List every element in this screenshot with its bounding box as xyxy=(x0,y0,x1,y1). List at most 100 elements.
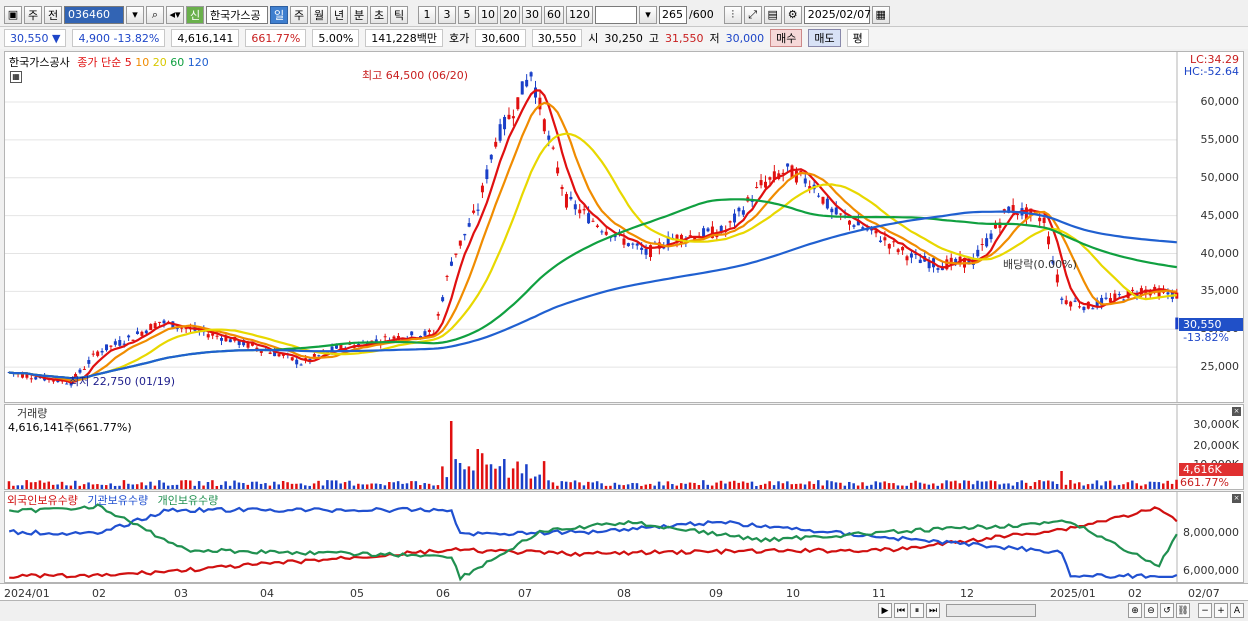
candle-body xyxy=(529,72,533,77)
candle-body xyxy=(520,81,524,95)
interval-30[interactable]: 30 xyxy=(522,5,542,24)
interval-3[interactable]: 3 xyxy=(438,5,456,24)
volume-bar xyxy=(551,482,555,489)
volume-bar xyxy=(688,482,692,489)
scroll-right-icon[interactable]: ▶ xyxy=(878,603,892,618)
interval-60[interactable]: 60 xyxy=(544,5,564,24)
interval-5[interactable]: 5 xyxy=(458,5,476,24)
link-icon[interactable]: ⛓ xyxy=(1176,603,1190,618)
volume-bar xyxy=(1170,483,1174,489)
scroll-bar[interactable]: ▶ ⏮ ⏸ ⏭ ⊕ ⊖ ↺ ⛓ − + A xyxy=(0,600,1248,621)
count-input[interactable]: 265 xyxy=(659,5,687,24)
interval-20[interactable]: 20 xyxy=(500,5,520,24)
volume-bar xyxy=(768,481,771,489)
minus-icon[interactable]: − xyxy=(1198,603,1212,618)
volume-bar xyxy=(759,484,763,489)
volume-bar xyxy=(215,485,219,489)
tab-week[interactable]: 주 xyxy=(290,5,308,24)
candle-body xyxy=(830,208,834,213)
undo-icon[interactable]: ↺ xyxy=(1160,603,1174,618)
interval-120[interactable]: 120 xyxy=(566,5,593,24)
volume-bar xyxy=(1077,482,1081,489)
volume-bar xyxy=(436,485,440,489)
dropdown-icon[interactable]: ▾ xyxy=(126,5,144,24)
tab-day[interactable]: 일 xyxy=(270,5,288,24)
candle-body xyxy=(1038,217,1042,222)
buy-button[interactable]: 매수 xyxy=(770,29,803,47)
candle-body xyxy=(299,364,303,366)
volume-bar xyxy=(662,485,665,489)
candle-body xyxy=(96,351,100,356)
volume-bar xyxy=(476,449,480,489)
volume-bar xyxy=(989,480,993,489)
scroll-first-icon[interactable]: ⏮ xyxy=(894,603,908,618)
pause-icon[interactable]: ⏸ xyxy=(910,603,924,618)
current-rate-tag: -13.82% xyxy=(1183,331,1229,344)
font-size-icon[interactable]: A xyxy=(1230,603,1244,618)
interval-10[interactable]: 10 xyxy=(478,5,498,24)
volume-bar xyxy=(640,485,643,489)
holding-panel[interactable]: 외국인보유수량 기관보유수량 개인보유수량 8,000,000 6,000,00… xyxy=(4,491,1244,583)
candle-body xyxy=(595,225,599,228)
high-annotation: 최고 64,500 (06/20) xyxy=(362,69,469,82)
volume-bar xyxy=(954,480,957,489)
draw-tool-icon[interactable]: ⤢ xyxy=(743,5,762,24)
candle-body xyxy=(896,249,900,253)
sell-button[interactable]: 매도 xyxy=(808,29,841,47)
interval-1[interactable]: 1 xyxy=(418,5,436,24)
candle-body xyxy=(441,297,445,302)
volume-bar xyxy=(892,483,895,489)
interval-custom-input[interactable] xyxy=(595,5,637,24)
plus-icon[interactable]: + xyxy=(1214,603,1228,618)
volume-bar xyxy=(1091,483,1094,489)
dropdown-icon[interactable]: ▾ xyxy=(639,5,657,24)
prev-button[interactable]: 전 xyxy=(44,5,62,24)
close-icon[interactable]: × xyxy=(1232,407,1241,416)
candle-body xyxy=(410,331,414,336)
candle-body xyxy=(918,259,922,264)
low-annotation: 최저 22,750 (01/19) xyxy=(69,375,176,388)
tab-minute[interactable]: 분 xyxy=(350,5,368,24)
stock-code-input[interactable]: 036460 xyxy=(64,5,124,24)
settings-icon[interactable]: ⚙ xyxy=(783,5,802,24)
hc-label: HC:-52.64 xyxy=(1183,65,1239,78)
period-select[interactable]: 주 xyxy=(24,5,42,24)
tab-year[interactable]: 년 xyxy=(330,5,348,24)
volume-bar xyxy=(480,453,484,489)
chart-type-icon[interactable]: ⫶ xyxy=(723,5,742,24)
candle-body xyxy=(786,163,790,167)
volume-bar xyxy=(825,480,829,489)
table-icon[interactable]: ▦ xyxy=(10,71,22,83)
price-panel[interactable]: 한국가스공사 종가 단순 5 10 20 60 120 ▦ LC:34.29 H… xyxy=(4,51,1244,403)
zoom-out-icon[interactable]: ⊖ xyxy=(1144,603,1158,618)
tab-tick[interactable]: 틱 xyxy=(390,5,408,24)
volume-bar xyxy=(361,484,365,489)
eval-button[interactable]: 평 xyxy=(846,29,869,47)
candle-body xyxy=(29,378,33,380)
close-icon[interactable]: × xyxy=(1232,494,1241,503)
calendar-icon[interactable]: ▦ xyxy=(871,5,890,24)
zoom-in-icon[interactable]: ⊕ xyxy=(1128,603,1142,618)
save-icon[interactable]: ▤ xyxy=(763,5,782,24)
speaker-icon[interactable]: ◂▾ xyxy=(166,5,184,24)
volume-panel[interactable]: 거래량 4,616,141주(661.77%) 30,000K 20,000K … xyxy=(4,404,1244,490)
volume-bar xyxy=(273,481,276,489)
scroll-last-icon[interactable]: ⏭ xyxy=(926,603,940,618)
date-input[interactable]: 2025/02/07 xyxy=(803,5,871,24)
volume-bar xyxy=(1082,485,1085,489)
candle-body xyxy=(640,247,644,250)
volume-bar xyxy=(34,482,37,489)
volume-bar xyxy=(821,485,824,489)
volume-bar xyxy=(1095,480,1099,489)
volume-bar xyxy=(963,480,966,489)
volume-bar xyxy=(498,466,502,489)
scroll-track[interactable] xyxy=(946,604,1036,617)
tab-second[interactable]: 초 xyxy=(370,5,388,24)
low-label: 저 xyxy=(709,32,720,45)
tab-month[interactable]: 월 xyxy=(310,5,328,24)
volume-bar xyxy=(463,469,466,489)
search-icon[interactable]: ⌕ xyxy=(146,5,164,24)
volume-bar xyxy=(684,483,687,489)
window-icon[interactable]: ▣ xyxy=(4,5,22,24)
volume-bar xyxy=(763,483,767,489)
